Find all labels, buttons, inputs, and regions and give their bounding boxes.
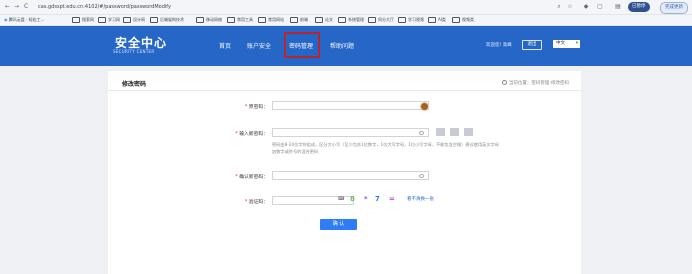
captcha-char: *: [364, 195, 368, 203]
bookmark-item[interactable]: 常用工具: [227, 16, 253, 24]
extension-icon[interactable]: ◆: [582, 3, 590, 11]
new-password-label: * 输入新密码：: [235, 132, 268, 137]
nav-account-security[interactable]: 账户安全: [247, 41, 271, 50]
forward-icon[interactable]: →: [14, 3, 19, 11]
nav-home[interactable]: 首页: [219, 41, 231, 50]
bookmark-item[interactable]: 同分大厅: [368, 16, 394, 24]
confirm-password-label: * 确认新密码：: [235, 175, 268, 180]
confirm-password-field[interactable]: [272, 171, 429, 180]
old-password-label: * 原密码：: [244, 105, 268, 110]
eye-icon[interactable]: [419, 130, 424, 135]
captcha-char: =: [389, 195, 395, 203]
nav-help[interactable]: 帮助问题: [330, 41, 354, 50]
address-bar[interactable]: cas.gdsspt.edu.cn:4102/#/password/passwo…: [38, 3, 171, 11]
welcome-text: 欢迎您! 高峰: [486, 43, 512, 48]
bookmark-item[interactable]: 常用网站: [258, 16, 284, 24]
bookmark-item[interactable]: 学习视频: [398, 16, 424, 24]
bookmarks-bar: ◉ 腾讯云盘 · 轻松工... 搜索网 学习网 设计网 后端架构技术 移动网络 …: [0, 15, 692, 26]
cloud-icon: ◉: [4, 17, 8, 22]
bookmark-item[interactable]: 前端: [290, 16, 308, 24]
bookmark-item[interactable]: 视频类: [452, 16, 474, 24]
folder-icon: [227, 17, 235, 23]
folder-icon: [196, 17, 204, 23]
folder-icon: [123, 17, 131, 23]
site-header: 安全中心 SECURITY CENTER 首页 账户安全 密码管理 帮助问题 欢…: [0, 26, 692, 66]
profile-button[interactable]: 已暂停: [628, 2, 650, 12]
zoom-icon[interactable]: ⌕: [555, 3, 563, 11]
new-password-field[interactable]: [272, 128, 429, 137]
bookmark-item[interactable]: 搜索网: [72, 16, 94, 24]
keyboard-icon: ⌨: [338, 197, 345, 202]
puzzle-icon[interactable]: ▢: [596, 3, 604, 11]
bookmark-item[interactable]: AI类: [428, 16, 446, 24]
location-icon: [501, 80, 507, 85]
logout-button[interactable]: 退出: [522, 40, 542, 50]
language-value: 中文: [556, 41, 565, 46]
strength-medium: [450, 128, 459, 136]
bookmark-item[interactable]: 学习网: [98, 16, 120, 24]
bookmark-item[interactable]: 设计网: [123, 16, 145, 24]
breadcrumb: 当前位置：密码管理-修改密码: [501, 80, 569, 86]
folder-icon: [398, 17, 406, 23]
avatar: [420, 102, 429, 111]
strength-weak: [436, 128, 445, 136]
folder-icon: [258, 17, 266, 23]
eye-icon[interactable]: [419, 173, 424, 178]
strength-strong: [464, 128, 473, 136]
folder-icon: [98, 17, 106, 23]
old-password-field[interactable]: [272, 101, 429, 110]
folder-icon: [150, 17, 158, 23]
back-icon[interactable]: ←: [5, 3, 10, 11]
folder-icon: [315, 17, 323, 23]
password-hint: 密码由8-24位字符组成，区分大小写（至少包含1位数字，1位大写字母，1位小写字…: [272, 142, 499, 154]
captcha-char: 8: [350, 195, 355, 203]
active-nav-highlight: [284, 32, 320, 58]
bookmark-item[interactable]: 移动网络: [196, 16, 222, 24]
divider: [108, 90, 581, 91]
sidebar-icon[interactable]: ▤: [614, 3, 622, 11]
captcha-char: 7: [375, 195, 380, 203]
chevron-down-icon: ▾: [575, 41, 578, 46]
folder-icon: [452, 17, 460, 23]
captcha-label: * 验证码：: [244, 200, 268, 205]
folder-icon: [368, 17, 376, 23]
page-title: 修改密码: [122, 81, 147, 88]
browser-toolbar: ← → C cas.gdsspt.edu.cn:4102/#/password/…: [0, 0, 692, 15]
captcha-refresh-link[interactable]: 看不清换一张: [407, 196, 434, 202]
bookmark-item[interactable]: ◉ 腾讯云盘 · 轻松工...: [4, 16, 44, 24]
bookmark-item[interactable]: 论文: [315, 16, 333, 24]
language-select[interactable]: 中文 ▾: [553, 40, 580, 48]
folder-icon: [428, 17, 436, 23]
bookmark-item[interactable]: 系统管理: [338, 16, 364, 24]
confirm-button[interactable]: 确 认: [320, 219, 357, 230]
folder-icon: [338, 17, 346, 23]
folder-icon: [290, 17, 298, 23]
folder-icon: [72, 17, 80, 23]
update-button[interactable]: 完成更新: [660, 2, 688, 14]
star-icon[interactable]: ☆: [566, 3, 574, 11]
bookmark-item[interactable]: 后端架构技术: [150, 16, 184, 24]
logo-subtitle: SECURITY CENTER: [113, 49, 155, 54]
reload-icon[interactable]: C: [24, 3, 28, 11]
